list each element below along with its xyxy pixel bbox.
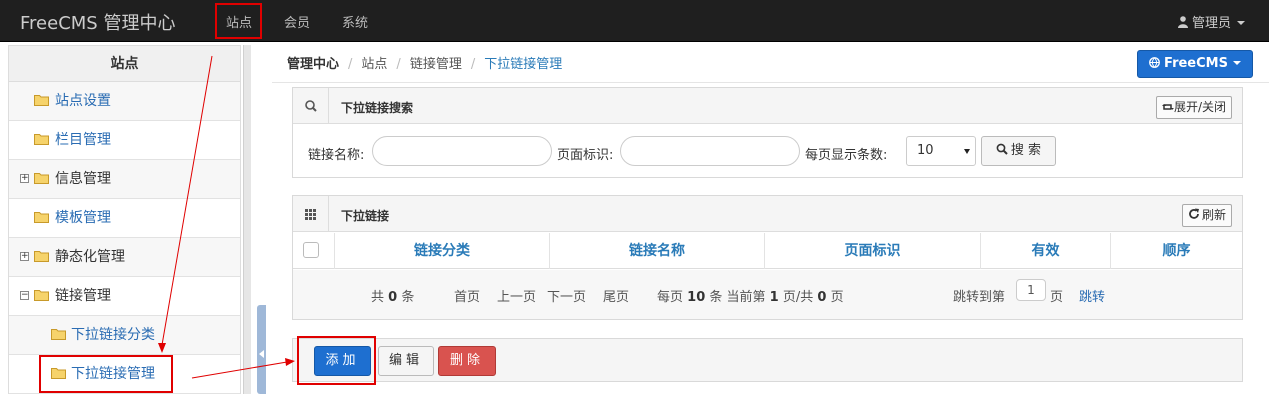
pagination: 共 0 条 首页 上一页 下一页 尾页 每页 10 条 当前第 1 页/共 0 …: [293, 270, 1242, 319]
sidebar-item-label: 链接管理: [55, 288, 111, 304]
list-panel-header: 下拉链接 刷新: [293, 196, 1242, 232]
breadcrumb-separator: /: [348, 57, 353, 72]
sidebar-splitter[interactable]: [243, 45, 251, 394]
site-switch-label: FreeCMS: [1164, 56, 1228, 71]
chevron-down-icon: [1232, 61, 1241, 65]
globe-icon: [1149, 57, 1160, 68]
toggle-button[interactable]: 展开/关闭: [1155, 96, 1232, 119]
annotation-box-dropdown-manage: [39, 355, 173, 393]
page-size-label: 每页显示条数:: [805, 148, 888, 163]
search-panel: 下拉链接搜索 展开/关闭 链接名称: 页面标识: 每页显示条数: 10 搜 索: [292, 87, 1243, 178]
chevron-down-icon: [964, 149, 970, 154]
folder-icon: [34, 290, 49, 301]
column-header[interactable]: 链接名称: [549, 233, 764, 269]
toggle-icon: [1161, 104, 1174, 110]
sidebar-item-site-settings[interactable]: 站点设置: [9, 82, 240, 121]
action-bar: 添加 编辑 删除: [292, 338, 1243, 382]
pager-jump-suffix: 页: [1050, 290, 1064, 305]
refresh-label: 刷新: [1201, 208, 1226, 222]
expand-icon[interactable]: +: [20, 174, 29, 183]
sidebar-title: 站点: [9, 46, 240, 82]
annotation-box-add: [297, 336, 376, 385]
sidebar-item-label: 栏目管理: [55, 132, 111, 148]
search-panel-title: 下拉链接搜索: [341, 101, 414, 115]
user-menu[interactable]: 管理员: [1177, 12, 1245, 31]
chevron-down-icon: [1237, 21, 1245, 25]
folder-icon: [51, 329, 66, 340]
sidebar-item-label: 模板管理: [55, 210, 111, 226]
toggle-label: 展开/关闭: [1173, 100, 1226, 114]
chevron-left-icon: [259, 350, 264, 358]
folder-icon: [34, 212, 49, 223]
pager-prev[interactable]: 上一页: [497, 286, 536, 305]
sidebar-item-static[interactable]: + 静态化管理: [9, 238, 240, 277]
sidebar-item-info[interactable]: + 信息管理: [9, 160, 240, 199]
pager-next[interactable]: 下一页: [547, 286, 586, 305]
edit-button[interactable]: 编辑: [378, 346, 434, 376]
column-header[interactable]: 链接分类: [334, 233, 549, 269]
column-header[interactable]: 顺序: [1110, 233, 1242, 269]
pager-total: 共 0 条: [371, 290, 415, 305]
breadcrumb-item[interactable]: 链接管理: [410, 57, 462, 72]
folder-icon: [34, 95, 49, 106]
refresh-button[interactable]: 刷新: [1181, 204, 1232, 227]
sidebar-item-label: 下拉链接分类: [71, 327, 155, 343]
breadcrumb-separator: /: [470, 57, 476, 72]
search-button[interactable]: 搜 索: [981, 136, 1056, 166]
grid-icon: [293, 196, 329, 232]
breadcrumb-item[interactable]: 站点: [361, 57, 387, 72]
refresh-icon: [1189, 208, 1199, 219]
site-switch-button[interactable]: FreeCMS: [1137, 50, 1253, 78]
divider: [272, 82, 1269, 83]
sidebar: 站点 站点设置 栏目管理 + 信息管理 模板管理 + 静态化管理 − 链接管理 …: [8, 45, 241, 394]
search-icon: [996, 143, 1008, 155]
select-all-checkbox[interactable]: [303, 242, 319, 258]
pager-first[interactable]: 首页: [454, 286, 480, 305]
search-button-label: 搜 索: [1010, 143, 1042, 158]
sidebar-item-template[interactable]: 模板管理: [9, 199, 240, 238]
nav-system[interactable]: 系统: [342, 12, 368, 31]
pager-info: 每页 10 条 当前第 1 页/共 0 页: [657, 290, 844, 305]
annotation-box-site: [215, 3, 262, 39]
user-icon: [1177, 16, 1188, 28]
pager-jump-label: 跳转到第: [953, 290, 1006, 305]
delete-button[interactable]: 删除: [438, 346, 496, 376]
search-panel-header: 下拉链接搜索 展开/关闭: [293, 88, 1242, 124]
list-panel-title: 下拉链接: [341, 209, 390, 223]
select-all-cell: [293, 233, 334, 269]
sidebar-item-dropdown-category[interactable]: 下拉链接分类: [9, 316, 240, 355]
breadcrumb: 管理中心 / 站点 / 链接管理 / 下拉链接管理: [287, 53, 562, 72]
folder-icon: [34, 251, 49, 262]
search-icon: [293, 88, 329, 124]
sidebar-item-label: 静态化管理: [55, 249, 125, 265]
pager-jump-link[interactable]: 跳转: [1079, 286, 1105, 305]
column-header[interactable]: 页面标识: [764, 233, 980, 269]
breadcrumb-separator: /: [396, 57, 401, 72]
pager-last[interactable]: 尾页: [603, 286, 629, 305]
page-size-value: 10: [917, 143, 934, 158]
page-key-label: 页面标识:: [557, 148, 614, 163]
page-size-select[interactable]: 10: [906, 136, 976, 166]
link-name-input[interactable]: [372, 136, 552, 166]
folder-icon: [34, 134, 49, 145]
sidebar-item-label: 站点设置: [55, 93, 111, 109]
user-name: 管理员: [1191, 16, 1231, 31]
pager-jump-input[interactable]: 1: [1016, 279, 1046, 301]
table-header: 链接分类 链接名称 页面标识 有效 顺序: [293, 233, 1242, 269]
sidebar-item-channel[interactable]: 栏目管理: [9, 121, 240, 160]
breadcrumb-current: 下拉链接管理: [484, 57, 563, 72]
sidebar-item-link-manage[interactable]: − 链接管理: [9, 277, 240, 316]
column-header[interactable]: 有效: [980, 233, 1110, 269]
brand-title[interactable]: FreeCMS 管理中心: [20, 9, 175, 35]
list-panel: 下拉链接 刷新 链接分类 链接名称 页面标识 有效 顺序 共 0 条 首页 上一…: [292, 195, 1243, 320]
sidebar-item-label: 信息管理: [55, 171, 111, 187]
page-key-input[interactable]: [620, 136, 800, 166]
breadcrumb-item[interactable]: 管理中心: [287, 57, 339, 72]
link-name-label: 链接名称:: [308, 148, 365, 163]
collapse-icon[interactable]: −: [20, 291, 29, 300]
nav-member[interactable]: 会员: [284, 12, 310, 31]
expand-icon[interactable]: +: [20, 252, 29, 261]
top-navbar: FreeCMS 管理中心 站点 会员 系统 管理员: [0, 0, 1269, 42]
folder-icon: [34, 173, 49, 184]
